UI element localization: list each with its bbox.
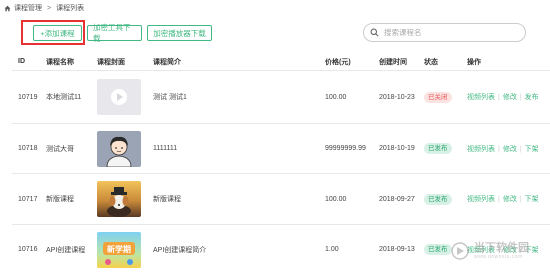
course-cover-image: 新学期 bbox=[97, 231, 141, 268]
cell-name: 测试大哥 bbox=[46, 145, 74, 153]
dog-photo-image bbox=[107, 187, 131, 217]
edit-link[interactable]: 修改 bbox=[503, 146, 517, 153]
op-divider: | bbox=[519, 196, 522, 203]
status-badge: 已关闭 bbox=[424, 91, 452, 103]
cell-id: 10717 bbox=[18, 195, 38, 203]
op-divider: | bbox=[498, 94, 500, 101]
status-badge: 已发布 bbox=[424, 143, 452, 154]
cell-time: 2018-09-27 bbox=[379, 195, 415, 203]
edit-link[interactable]: 修改 bbox=[503, 94, 517, 101]
breadcrumb-root[interactable]: 课程管理 bbox=[14, 3, 42, 13]
download-encrypt-tool-button[interactable]: 加密工具下载 bbox=[87, 23, 142, 43]
watermark-logo-icon bbox=[451, 242, 469, 260]
cell-name: 本地测试11 bbox=[46, 94, 82, 101]
course-cover-image bbox=[97, 79, 141, 115]
home-icon bbox=[4, 5, 11, 11]
cell-name: 新版课程 bbox=[46, 196, 74, 203]
cartoon-boy-image bbox=[106, 136, 132, 167]
cell-intro: 1111111 bbox=[153, 145, 178, 152]
cell-intro: 新版课程 bbox=[153, 196, 181, 203]
table-row: 10718 测试大哥 1111111 99999999.99 2018-10-1… bbox=[12, 124, 550, 174]
unpublish-link[interactable]: 下架 bbox=[525, 146, 539, 153]
publish-link[interactable]: 发布 bbox=[525, 94, 539, 101]
cell-time: 2018-09-13 bbox=[379, 246, 415, 253]
search-icon bbox=[370, 28, 379, 37]
cell-intro: API创建课程简介 bbox=[153, 246, 207, 254]
search-input[interactable] bbox=[384, 28, 514, 37]
add-course-button[interactable]: +添加课程 bbox=[33, 25, 82, 41]
cell-ops: 视频列表 | 修改 | 下架 bbox=[467, 194, 550, 204]
download-encrypt-player-button[interactable]: 加密播放器下载 bbox=[147, 25, 212, 41]
cell-time: 2018-10-19 bbox=[379, 145, 415, 152]
course-cover-image bbox=[97, 130, 141, 167]
cell-cover bbox=[97, 79, 153, 115]
video-list-link[interactable]: 视频列表 bbox=[467, 196, 495, 203]
op-divider: | bbox=[519, 145, 522, 153]
video-list-link[interactable]: 视频列表 bbox=[467, 94, 495, 101]
cell-time: 2018-10-23 bbox=[379, 93, 415, 101]
course-cover-image bbox=[97, 181, 141, 217]
header-intro: 课程简介 bbox=[153, 58, 181, 66]
site-watermark: 当下软件园 www.downxia.com bbox=[450, 233, 546, 269]
cell-name: API创建课程 bbox=[46, 246, 86, 254]
table-header: ID 课程名称 课程封面 课程简介 价格(元) 创建时间 状态 操作 bbox=[12, 53, 550, 71]
watermark-text: 当下软件园 bbox=[474, 242, 529, 254]
status-badge: 已发布 bbox=[424, 244, 452, 255]
edit-link[interactable]: 修改 bbox=[503, 196, 517, 203]
breadcrumb: 课程管理 > 课程列表 bbox=[4, 3, 84, 13]
cell-ops: 视频列表 | 修改 | 下架 bbox=[467, 144, 550, 154]
header-cover: 课程封面 bbox=[97, 58, 125, 66]
cell-id: 10716 bbox=[18, 246, 38, 253]
cell-intro: 测试 测试1 bbox=[153, 94, 187, 101]
new-semester-image: 新学期 bbox=[103, 241, 135, 265]
unpublish-link[interactable]: 下架 bbox=[525, 196, 539, 203]
toolbar: +添加课程 加密工具下载 加密播放器下载 bbox=[33, 23, 212, 43]
play-icon bbox=[111, 89, 127, 105]
table-row: 10717 新版课程 新版课程 100.00 2018-09-27 已发布 视频… bbox=[12, 174, 550, 225]
header-time: 创建时间 bbox=[379, 58, 407, 66]
header-id: ID bbox=[18, 58, 25, 65]
cell-price: 100.00 bbox=[325, 93, 347, 101]
video-list-link[interactable]: 视频列表 bbox=[467, 146, 495, 153]
cell-price: 99999999.99 bbox=[325, 145, 366, 152]
header-status: 状态 bbox=[424, 58, 438, 66]
watermark-url: www.downxia.com bbox=[474, 254, 523, 260]
cell-id: 10719 bbox=[18, 93, 38, 101]
search-box[interactable] bbox=[363, 23, 526, 42]
cell-cover: 新学期 bbox=[97, 231, 153, 268]
op-divider: | bbox=[498, 145, 500, 153]
op-divider: | bbox=[519, 94, 522, 101]
cell-id: 10718 bbox=[18, 145, 38, 152]
cell-ops: 视频列表 | 修改 | 发布 bbox=[467, 92, 550, 102]
breadcrumb-separator: > bbox=[47, 4, 52, 12]
header-price: 价格(元) bbox=[325, 58, 351, 66]
cell-cover bbox=[97, 130, 153, 167]
header-name: 课程名称 bbox=[46, 58, 74, 66]
cell-price: 1.00 bbox=[325, 246, 339, 253]
table-row: 10719 本地测试11 测试 测试1 100.00 2018-10-23 已关… bbox=[12, 71, 550, 124]
breadcrumb-current: 课程列表 bbox=[56, 5, 85, 12]
op-divider: | bbox=[498, 196, 500, 203]
cover-text: 新学期 bbox=[107, 244, 131, 254]
cell-cover bbox=[97, 181, 153, 217]
status-badge: 已发布 bbox=[424, 193, 452, 205]
cell-price: 100.00 bbox=[325, 195, 347, 203]
header-ops: 操作 bbox=[467, 58, 481, 66]
